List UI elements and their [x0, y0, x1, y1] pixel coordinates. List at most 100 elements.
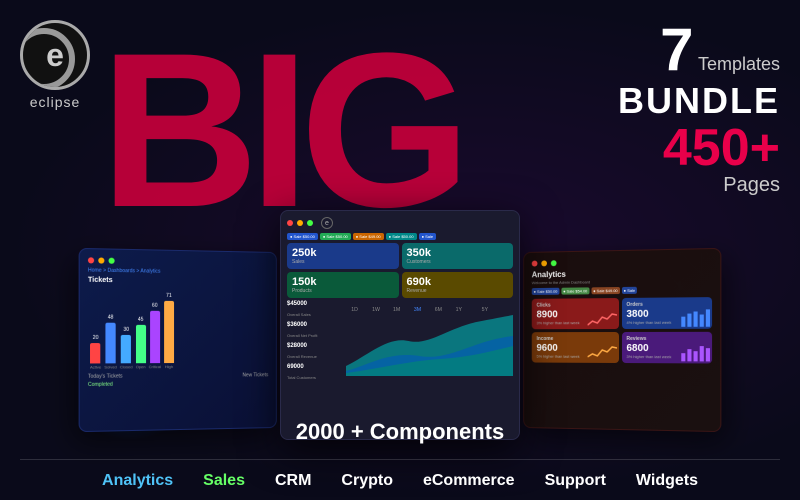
center-logo: e — [321, 217, 333, 229]
left-bar-chart: 20 Active 48 Solved 30 Closed 45 Open 60 — [88, 288, 268, 370]
sale-badge-1: ● Sale $50.00 — [287, 233, 318, 240]
right-badge-4: ● Sale — [622, 287, 637, 294]
bar-closed: 30 Closed — [120, 327, 133, 370]
sale-badge-4: ● Sale $50.00 — [386, 233, 417, 240]
label-28000: $28000 — [287, 343, 342, 349]
bottom-nav[interactable]: Analytics Sales CRM Crypto eCommerce Sup… — [0, 472, 800, 490]
center-chart-labels: $45000 Overall Sales $36000 Overall Net … — [287, 301, 342, 381]
dashboard-right: Analytics Welcome to the Admin Dashboard… — [523, 248, 721, 432]
stat-revenue: 690k Revenue — [402, 272, 514, 298]
stat-products-value: 150k — [292, 276, 394, 288]
svg-text:1Y: 1Y — [456, 307, 463, 313]
area-chart-svg: 1D 1W 1M 3M 6M 1Y 5Y — [346, 301, 513, 376]
sale-badge-5: ● Sale — [419, 233, 437, 240]
stat-clicks: Clicks 8900 3% higher than last week — [532, 298, 619, 329]
right-dash-nav — [532, 257, 712, 266]
screenshots-container: Home > Dashboards > Analytics Tickets 20… — [0, 210, 800, 440]
nav-crypto[interactable]: Crypto — [341, 472, 393, 490]
completed-label: Completed — [88, 380, 268, 388]
center-sale-badges: ● Sale $50.00 ● Sale $50.00 ● Sale $49.0… — [287, 233, 513, 240]
stat-products: 150k Products — [287, 272, 399, 298]
desc-45000: Overall Sales — [287, 312, 342, 317]
stat-customers: 350k Customers — [402, 243, 514, 269]
svg-text:6M: 6M — [435, 307, 442, 313]
stat-sales-value: 250k — [292, 247, 394, 259]
stat-revenue-value: 690k — [407, 276, 509, 288]
left-breadcrumb: Home > Dashboards > Analytics — [88, 267, 268, 276]
center-dash-nav: e — [287, 217, 513, 229]
logo-symbol: e — [46, 37, 64, 74]
orders-sparkline — [679, 306, 710, 327]
center-dot-yellow — [297, 220, 303, 226]
left-section-title: Tickets — [88, 277, 268, 286]
label-69000: 69000 — [287, 364, 342, 370]
bar-solved: 48 Solved — [104, 315, 117, 370]
today-tickets-label: Today's Tickets — [88, 373, 123, 379]
hero-big-text: BIG — [100, 20, 461, 240]
stat-customers-value: 350k — [407, 247, 509, 259]
stat-sales-label: Sales — [292, 259, 394, 265]
nav-analytics[interactable]: Analytics — [102, 472, 173, 490]
new-tickets-label: New Tickets — [242, 372, 268, 378]
sale-badge-3: ● Sale $49.00 — [353, 233, 384, 240]
bar-active: 20 Active — [90, 335, 101, 370]
stat-orders: Orders 3800 4% higher than last week — [621, 297, 712, 329]
desc-69000: Total Customers — [287, 375, 342, 380]
stat-revenue-label: Revenue — [407, 288, 509, 294]
bundle-label: BUNDLE — [618, 80, 780, 122]
nav-crm[interactable]: CRM — [275, 472, 311, 490]
right-stat-cards: Clicks 8900 3% higher than last week Ord… — [532, 297, 712, 363]
bar-open: 45 Open — [136, 317, 146, 370]
pages-count: 450+ — [618, 122, 780, 174]
stat-reviews: Reviews 6800 3% higher than last week — [621, 332, 712, 364]
components-text: 2000 + Components — [296, 419, 504, 445]
dashboard-left: Home > Dashboards > Analytics Tickets 20… — [79, 248, 277, 432]
dot-green — [109, 258, 115, 264]
stat-products-label: Products — [292, 288, 394, 294]
clicks-sparkline — [587, 307, 616, 327]
logo-icon: e — [20, 20, 90, 90]
center-stat-cards: 250k Sales 350k Customers 150k Products … — [287, 243, 513, 298]
right-badge-3: ● Sale $49.00 — [591, 287, 619, 294]
reviews-sparkline — [679, 341, 710, 361]
stat-customers-label: Customers — [407, 259, 509, 265]
dot-red — [88, 257, 94, 263]
label-45000: $45000 — [287, 301, 342, 307]
center-dot-red — [287, 220, 293, 226]
right-dot-red — [532, 261, 538, 267]
svg-text:3M: 3M — [414, 307, 421, 313]
bottom-divider — [20, 459, 780, 460]
templates-label: Templates — [698, 54, 780, 74]
left-dash-bottom: Today's Tickets New Tickets — [88, 372, 268, 380]
dashboard-center: e ● Sale $50.00 ● Sale $50.00 ● Sale $49… — [280, 210, 520, 440]
nav-support[interactable]: Support — [545, 472, 606, 490]
desc-36000: Overall Net Profit — [287, 333, 342, 338]
svg-text:1D: 1D — [351, 307, 358, 313]
bundle-info: 7 Templates BUNDLE 450+ Pages — [618, 20, 780, 197]
income-sparkline — [587, 341, 616, 361]
stat-income: Income 9600 5% higher than last week — [532, 332, 619, 363]
svg-text:1W: 1W — [372, 307, 380, 313]
stat-sales: 250k Sales — [287, 243, 399, 269]
svg-text:5Y: 5Y — [482, 307, 489, 313]
label-36000: $36000 — [287, 322, 342, 328]
bundle-count: 7 — [660, 16, 693, 83]
bar-high: 71 High — [164, 293, 174, 369]
svg-text:1M: 1M — [393, 307, 400, 313]
right-badge-1: ● Sale $50.00 — [532, 288, 560, 295]
nav-ecommerce[interactable]: eCommerce — [423, 472, 515, 490]
right-sale-badges: ● Sale $50.00 ● Sale $54.00 ● Sale $49.0… — [532, 286, 712, 295]
nav-sales[interactable]: Sales — [203, 472, 245, 490]
right-dot-yellow — [541, 260, 547, 266]
logo-name: eclipse — [30, 94, 81, 110]
nav-widgets[interactable]: Widgets — [636, 472, 698, 490]
center-chart-area: $45000 Overall Sales $36000 Overall Net … — [287, 301, 513, 381]
dot-yellow — [98, 257, 104, 263]
center-dot-green — [307, 220, 313, 226]
desc-28000: Overall Revenue — [287, 354, 342, 359]
center-area-chart: 1D 1W 1M 3M 6M 1Y 5Y — [346, 301, 513, 381]
left-dash-nav — [88, 257, 268, 266]
right-badge-2: ● Sale $54.00 — [561, 287, 589, 294]
sale-badge-2: ● Sale $50.00 — [320, 233, 351, 240]
bar-critical: 60 Critical — [149, 303, 161, 369]
